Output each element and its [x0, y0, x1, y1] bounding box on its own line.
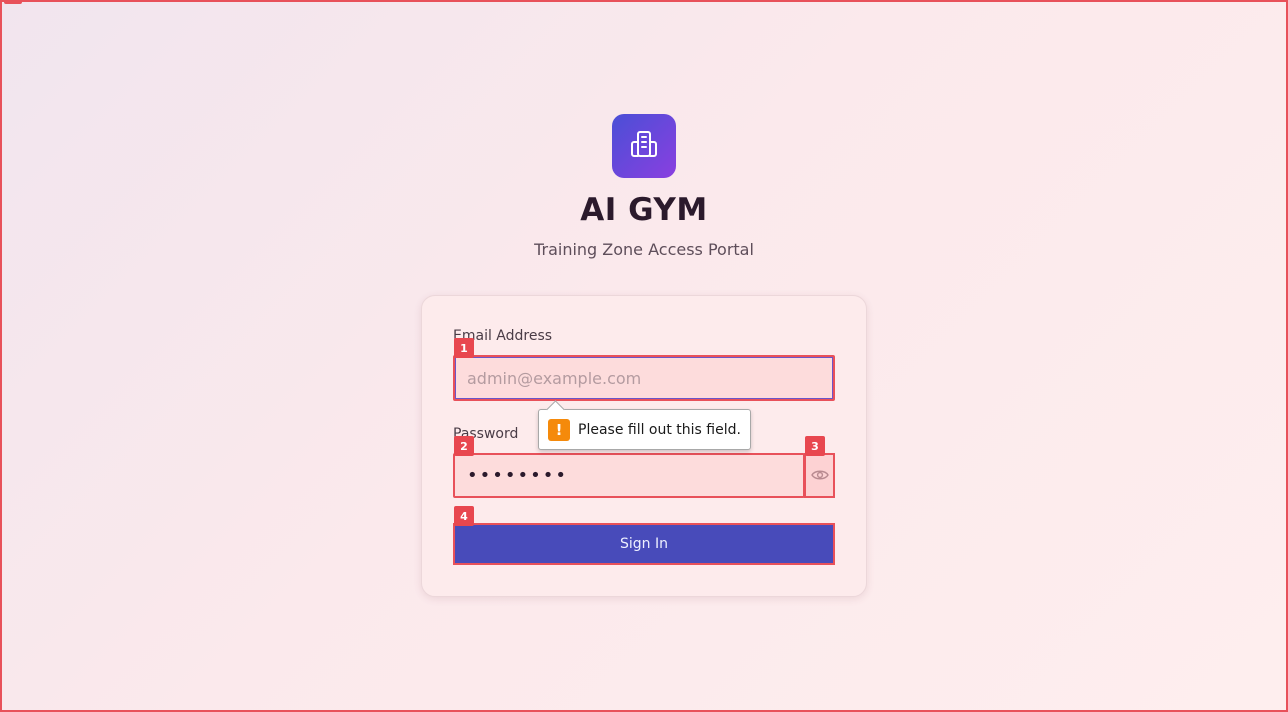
- sign-in-button[interactable]: Sign In: [453, 523, 835, 565]
- validation-tooltip: ! Please fill out this field.: [538, 409, 751, 450]
- marker-badge-4: 4: [454, 506, 474, 526]
- app-logo: [612, 114, 676, 178]
- email-field[interactable]: [453, 355, 835, 401]
- eye-icon: [810, 466, 829, 485]
- password-field[interactable]: [453, 453, 805, 498]
- toggle-password-button[interactable]: [804, 453, 835, 498]
- validation-message: Please fill out this field.: [578, 421, 741, 438]
- app-title: AI GYM: [580, 192, 708, 228]
- building-icon: [628, 128, 660, 164]
- marker-badge-3: 3: [805, 436, 825, 456]
- app-subtitle: Training Zone Access Portal: [534, 240, 754, 259]
- warning-icon: !: [548, 418, 570, 441]
- marker-badge-1: 1: [454, 338, 474, 358]
- marker-badge-2: 2: [454, 436, 474, 456]
- corner-marker: [4, 0, 22, 4]
